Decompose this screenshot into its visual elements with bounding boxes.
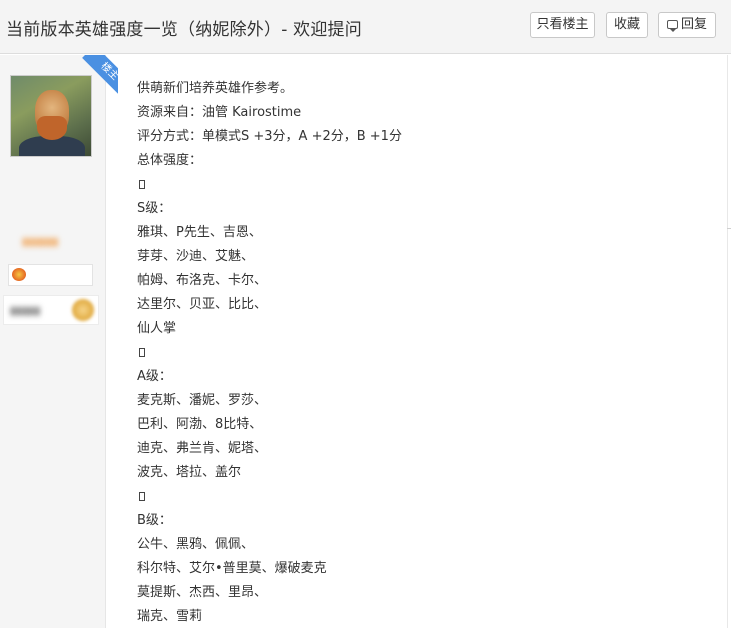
author-level-box[interactable] xyxy=(8,264,93,286)
post-line: 麦克斯、潘妮、罗莎、 xyxy=(137,393,268,408)
post-line: S级： xyxy=(137,201,172,216)
post-line: A级： xyxy=(137,369,172,384)
op-ribbon: 楼主 xyxy=(78,55,118,95)
missing-glyph-line xyxy=(137,173,717,197)
author-username-blurred[interactable]: ▮▮▮▮▮▮ xyxy=(22,235,82,248)
post-line: 瑞克、雪莉 xyxy=(137,609,203,624)
missing-glyph-icon xyxy=(139,180,145,189)
post-line: 芽芽、沙迪、艾魅、 xyxy=(137,249,255,264)
post-title: 当前版本英雄强度一览（纳妮除外）- 欢迎提问 xyxy=(6,20,362,40)
post-line: 供萌新们培养英雄作参考。 xyxy=(137,81,294,96)
missing-glyph-line xyxy=(137,341,717,365)
post-line: B级： xyxy=(137,513,172,528)
post-line: 资源来自：油管 Kairostime xyxy=(137,105,302,120)
post-line: 雅琪、P先生、吉恩、 xyxy=(137,225,262,240)
comment-icon xyxy=(666,20,678,32)
post-line: 莫提斯、杰西、里昂、 xyxy=(137,585,268,600)
reply-button-label: 回复 xyxy=(680,17,707,32)
post-line: 科尔特、艾尔•普里莫、爆破麦克 xyxy=(137,561,327,576)
author-badge-box[interactable]: ▮▮▮▮▮ xyxy=(3,295,99,325)
favorite-button[interactable]: 收藏 xyxy=(606,12,648,38)
post-line: 达里尔、贝亚、比比、 xyxy=(137,297,268,312)
post-line: 总体强度： xyxy=(137,153,203,168)
reply-button[interactable]: 回复 xyxy=(658,12,716,38)
post-line: 帕姆、布洛克、卡尔、 xyxy=(137,273,268,288)
missing-glyph-icon xyxy=(139,492,145,501)
post-header: 当前版本英雄强度一览（纳妮除外）- 欢迎提问 只看楼主 收藏 回复 xyxy=(0,0,731,54)
post-line: 波克、塔拉、盖尔 xyxy=(137,465,242,480)
only-op-button[interactable]: 只看楼主 xyxy=(530,12,595,38)
op-badge: 楼主 xyxy=(82,55,118,95)
avatar-beard xyxy=(37,116,67,140)
level-flame-icon xyxy=(12,268,26,281)
badge-name-blurred: ▮▮▮▮▮ xyxy=(10,304,41,317)
right-divider-tick xyxy=(727,228,731,229)
post-line: 迪克、弗兰肯、妮塔、 xyxy=(137,441,268,456)
post-line: 公牛、黑鸦、佩佩、 xyxy=(137,537,255,552)
author-sidebar: ▮▮▮▮▮▮ ▮▮▮▮▮ xyxy=(0,55,106,628)
missing-glyph-line xyxy=(137,485,717,509)
post-line: 仙人掌 xyxy=(137,321,177,336)
post-line: 巴利、阿渤、8比特、 xyxy=(137,417,263,432)
missing-glyph-icon xyxy=(139,348,145,357)
right-divider xyxy=(727,55,728,628)
post-content: 供萌新们培养英雄作参考。 资源来自：油管 Kairostime 评分方式：单模式… xyxy=(137,77,717,629)
post-line: 评分方式：单模式S +3分，A +2分，B +1分 xyxy=(137,129,402,144)
badge-coin-icon xyxy=(72,299,94,321)
